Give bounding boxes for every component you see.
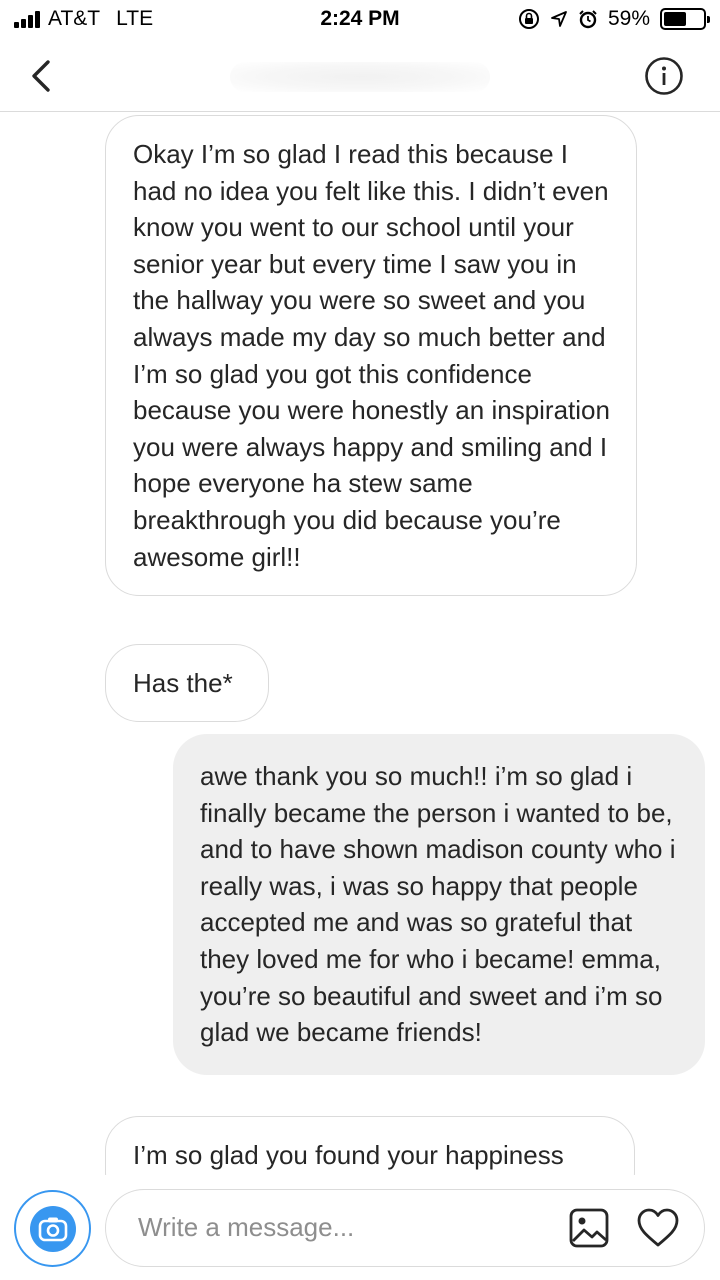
camera-button[interactable]	[14, 1190, 91, 1267]
message-thread[interactable]: Okay I’m so glad I read this because I h…	[0, 112, 720, 1175]
message-composer	[0, 1175, 720, 1280]
message-text: Okay I’m so glad I read this because I h…	[133, 139, 610, 572]
battery-fill	[664, 12, 687, 26]
received-message[interactable]: Okay I’m so glad I read this because I h…	[105, 115, 637, 597]
message-input[interactable]	[138, 1190, 558, 1265]
gallery-button[interactable]	[568, 1207, 610, 1249]
image-gallery-icon	[569, 1208, 609, 1248]
message-text: I’m so glad you found your happiness	[133, 1140, 564, 1170]
sent-message[interactable]: awe thank you so much!! i’m so glad i fi…	[173, 734, 705, 1075]
status-right: 59%	[518, 7, 710, 31]
message-text: Has the*	[133, 668, 233, 698]
chevron-left-icon	[32, 60, 50, 92]
battery-icon	[660, 8, 710, 30]
info-button[interactable]	[644, 56, 684, 96]
orientation-lock-icon	[518, 9, 539, 29]
conversation-header	[0, 40, 720, 112]
heart-icon	[637, 1208, 679, 1247]
back-button[interactable]	[22, 54, 62, 98]
alarm-icon	[579, 10, 597, 29]
like-button[interactable]	[636, 1207, 680, 1249]
received-message[interactable]: Has the*	[105, 644, 269, 722]
message-text: awe thank you so much!! i’m so glad i fi…	[200, 761, 676, 1048]
location-arrow-icon	[551, 11, 567, 27]
camera-icon	[29, 1205, 76, 1252]
status-bar: AT&T LTE 2:24 PM 59%	[0, 0, 720, 40]
battery-percent: 59%	[607, 7, 650, 30]
redacted-contact-name	[230, 62, 490, 92]
received-message[interactable]: I’m so glad you found your happiness	[105, 1116, 635, 1175]
info-circle-icon	[645, 57, 683, 95]
message-field[interactable]	[105, 1189, 705, 1267]
